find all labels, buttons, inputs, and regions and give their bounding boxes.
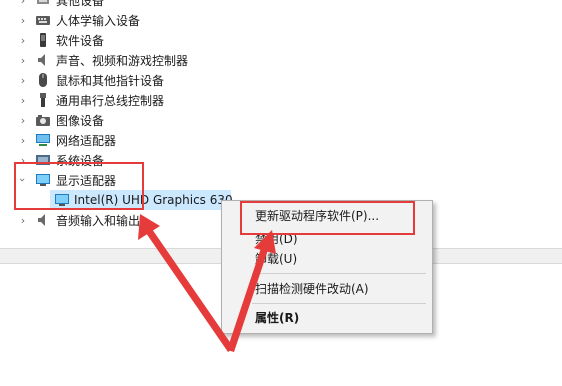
annotation-arrow-right [227,230,276,352]
annotation-arrows [138,214,276,352]
annotation-arrow-left [138,214,234,352]
